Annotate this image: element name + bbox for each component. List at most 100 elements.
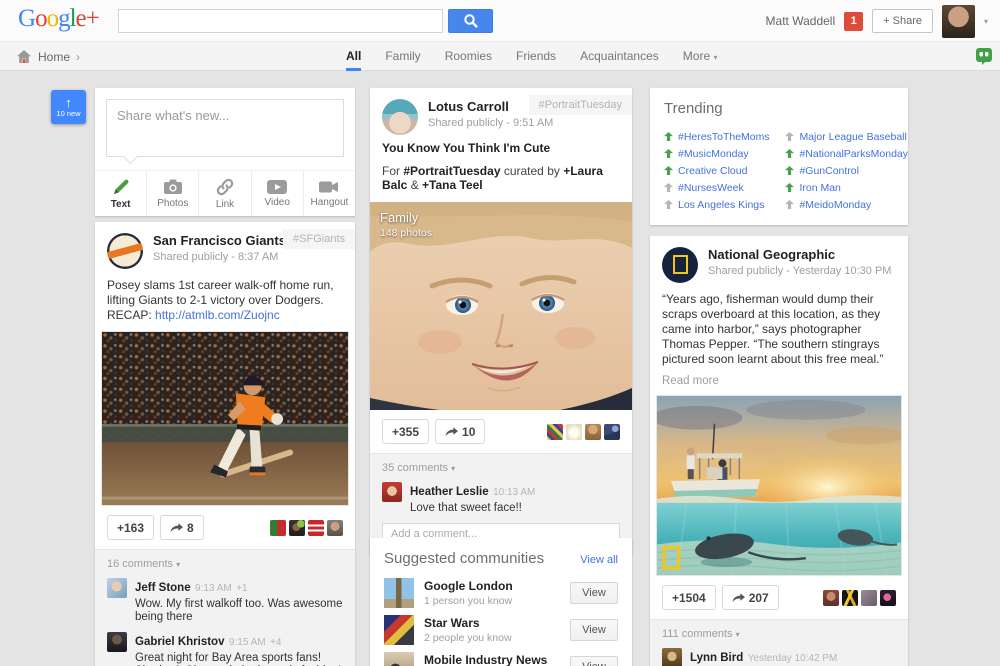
reshare-button[interactable]: 207: [722, 585, 779, 610]
trending-link[interactable]: Creative Cloud: [678, 165, 747, 177]
curated-person-link[interactable]: +Tana Teel: [422, 178, 483, 192]
resharer-avatar[interactable]: [880, 590, 896, 606]
resharer-avatar[interactable]: [823, 590, 839, 606]
trending-item[interactable]: #NationalParksMonday: [785, 145, 908, 162]
view-community-button[interactable]: View: [570, 656, 618, 666]
hangouts-icon[interactable]: [976, 48, 992, 70]
resharer-avatar[interactable]: [547, 424, 563, 440]
tab-acquaintances[interactable]: Acquaintances: [580, 42, 659, 71]
trending-item[interactable]: #MusicMonday: [664, 145, 785, 162]
resharer-avatar[interactable]: [308, 520, 324, 536]
user-avatar[interactable]: [942, 5, 975, 38]
trending-link[interactable]: Los Angeles Kings: [678, 199, 764, 211]
post-author-name[interactable]: National Geographic: [708, 247, 891, 262]
share-action-text[interactable]: Text: [95, 171, 147, 216]
trending-link[interactable]: #MusicMonday: [678, 148, 749, 160]
community-name[interactable]: Google London: [424, 579, 513, 593]
comments-toggle[interactable]: 111 comments ▾: [662, 628, 896, 640]
community-name[interactable]: Star Wars: [424, 616, 512, 630]
resharer-avatar[interactable]: [327, 520, 343, 536]
notifications-badge[interactable]: 1: [844, 12, 863, 31]
community-thumbnail[interactable]: [384, 578, 414, 608]
account-caret-icon[interactable]: ▾: [984, 17, 988, 26]
read-more-link[interactable]: Read more: [650, 375, 908, 395]
community-thumbnail[interactable]: [384, 615, 414, 645]
post-author-avatar[interactable]: [382, 99, 418, 135]
google-plus-logo[interactable]: Google+: [18, 5, 99, 33]
trending-link[interactable]: #HeresToTheMoms: [678, 131, 770, 143]
trending-item[interactable]: Iron Man: [785, 179, 908, 196]
trending-link[interactable]: #NursesWeek: [678, 182, 744, 194]
share-input[interactable]: Share what's new...: [106, 99, 344, 157]
trending-item[interactable]: Los Angeles Kings: [664, 196, 785, 213]
trending-item[interactable]: #NursesWeek: [664, 179, 785, 196]
commenter-avatar[interactable]: [107, 632, 127, 652]
commenter-avatar[interactable]: [382, 482, 402, 502]
hashtag-badge[interactable]: #PortraitTuesday: [529, 95, 632, 115]
share-action-photos[interactable]: Photos: [147, 171, 199, 216]
comments-toggle[interactable]: 16 comments ▾: [107, 558, 343, 570]
tab-roomies[interactable]: Roomies: [445, 42, 492, 71]
tab-more[interactable]: More ▾: [683, 42, 718, 71]
trending-link[interactable]: Iron Man: [799, 182, 840, 194]
share-action-link[interactable]: Link: [199, 171, 251, 216]
trending-item[interactable]: #GunControl: [785, 162, 908, 179]
commenter-name[interactable]: Lynn Bird: [690, 652, 743, 664]
reshare-button[interactable]: 8: [160, 515, 204, 540]
post-author-avatar[interactable]: [107, 233, 143, 269]
album-name[interactable]: Family: [380, 210, 432, 225]
search-input[interactable]: [118, 9, 443, 33]
commenter-avatar[interactable]: [662, 648, 682, 666]
resharer-avatar[interactable]: [861, 590, 877, 606]
trending-link[interactable]: #NationalParksMonday: [799, 148, 908, 160]
user-name[interactable]: Matt Waddell: [766, 14, 836, 28]
tab-friends[interactable]: Friends: [516, 42, 556, 71]
tab-family[interactable]: Family: [385, 42, 420, 71]
hashtag-badge[interactable]: #SFGiants: [283, 229, 355, 249]
commenter-name[interactable]: Jeff Stone: [135, 582, 191, 594]
post-photo-stingray[interactable]: [656, 395, 902, 576]
trending-item[interactable]: Creative Cloud: [664, 162, 785, 179]
resharer-avatar[interactable]: [842, 590, 858, 606]
trending-item[interactable]: Major League Baseball: [785, 128, 908, 145]
share-action-video[interactable]: Video: [252, 171, 304, 216]
post-photo-baseball[interactable]: [101, 331, 349, 506]
share-button[interactable]: + Share: [872, 9, 933, 33]
resharer-avatar[interactable]: [585, 424, 601, 440]
view-all-link[interactable]: View all: [580, 554, 618, 566]
share-action-hangout[interactable]: Hangout: [304, 171, 355, 216]
trending-card: Trending #HeresToTheMoms #MusicMonday Cr…: [650, 88, 908, 225]
home-menu[interactable]: Home ›: [16, 42, 80, 71]
trending-item[interactable]: #HeresToTheMoms: [664, 128, 785, 145]
curated-hashtag-link[interactable]: #PortraitTuesday: [403, 164, 500, 178]
community-name[interactable]: Mobile Industry News: [424, 653, 547, 666]
resharer-avatar[interactable]: [289, 520, 305, 536]
trending-link[interactable]: Major League Baseball: [799, 131, 906, 143]
plus-one-button[interactable]: +1504: [662, 585, 716, 610]
resharer-avatar[interactable]: [270, 520, 286, 536]
new-posts-button[interactable]: ↑ 10 new: [51, 90, 86, 124]
commenter-avatar[interactable]: [107, 578, 127, 598]
plus-one-button[interactable]: +163: [107, 515, 154, 540]
view-community-button[interactable]: View: [570, 619, 618, 641]
post-author-name[interactable]: San Francisco Giants: [153, 233, 286, 248]
chevron-right-icon: ›: [76, 50, 80, 64]
share-action-label: Video: [265, 197, 290, 208]
trending-item[interactable]: #MeidoMonday: [785, 196, 908, 213]
search-button[interactable]: [448, 9, 493, 33]
community-thumbnail[interactable]: [384, 652, 414, 666]
view-community-button[interactable]: View: [570, 582, 618, 604]
comments-toggle[interactable]: 35 comments ▾: [382, 462, 620, 474]
plus-one-button[interactable]: +355: [382, 419, 429, 444]
commenter-name[interactable]: Gabriel Khristov: [135, 636, 224, 648]
resharer-avatar[interactable]: [566, 424, 582, 440]
trending-link[interactable]: #MeidoMonday: [799, 199, 871, 211]
post-link[interactable]: http://atmlb.com/Zuojnc: [155, 308, 280, 322]
resharer-avatar[interactable]: [604, 424, 620, 440]
trending-link[interactable]: #GunControl: [799, 165, 859, 177]
reshare-button[interactable]: 10: [435, 419, 485, 444]
post-author-avatar[interactable]: [662, 247, 698, 283]
post-photo-portrait[interactable]: Family 148 photos: [370, 202, 632, 410]
commenter-name[interactable]: Heather Leslie: [410, 486, 489, 498]
tab-all[interactable]: All: [346, 42, 361, 71]
